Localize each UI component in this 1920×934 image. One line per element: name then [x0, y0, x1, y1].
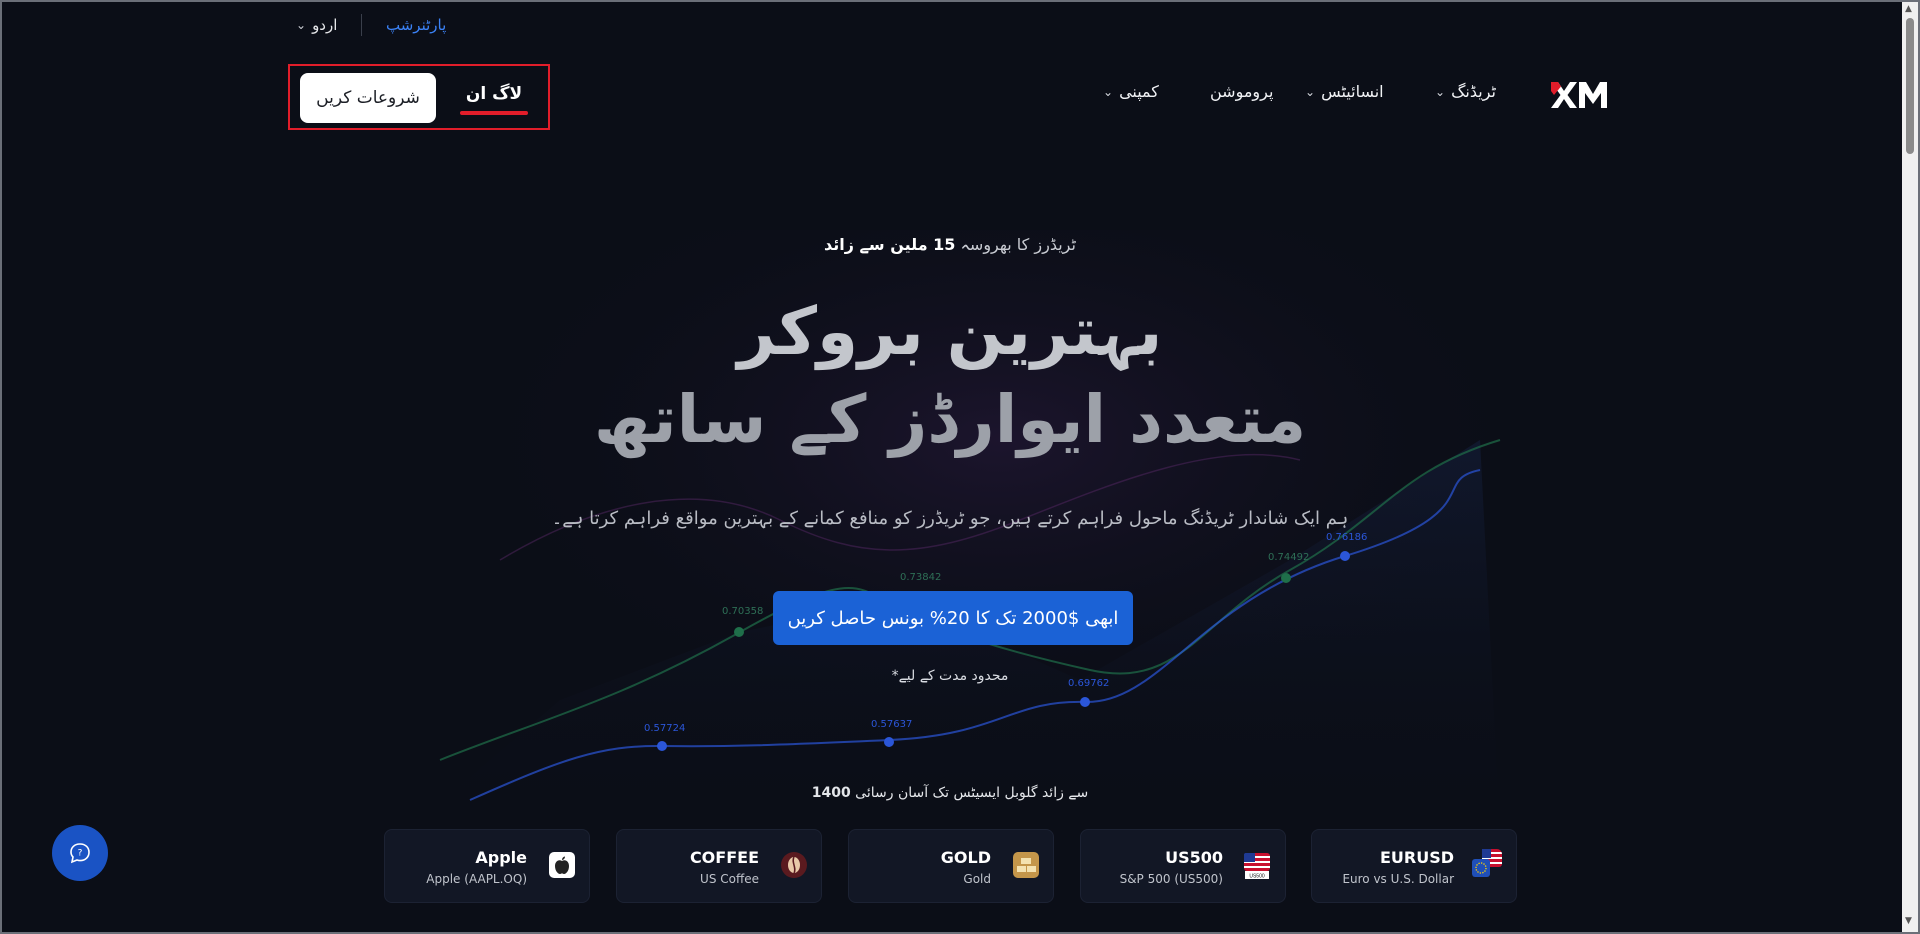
nav-item-company[interactable]: ⌄ کمپنی: [1103, 82, 1159, 101]
nav-item-label: کمپنی: [1119, 82, 1159, 101]
instrument-desc: S&P 500 (US500): [1119, 872, 1223, 886]
scroll-down-icon[interactable]: ▼: [1905, 916, 1912, 926]
instrument-desc: Apple (AAPL.OQ): [426, 872, 527, 886]
coffee-bean-icon: [781, 852, 807, 878]
instrument-symbol: US500: [1165, 848, 1223, 867]
chevron-down-icon: ⌄: [1305, 84, 1316, 99]
instrument-card-coffee[interactable]: COFFEE US Coffee: [616, 829, 822, 903]
assets-access-text: سے زائد گلوبل ایسیٹس تک آسان رسائی 1400: [0, 785, 1900, 801]
login-underline: [460, 111, 528, 115]
instrument-desc: Euro vs U.S. Dollar: [1342, 872, 1454, 886]
eu-us-flag-icon: [1472, 849, 1502, 877]
bonus-cta-button[interactable]: ابھی $2000 تک کا 20% بونس حاصل کریں: [773, 591, 1133, 645]
scrollbar-thumb[interactable]: [1906, 18, 1914, 154]
chart-label: 0.70358: [722, 606, 763, 617]
assets-access-label: سے زائد گلوبل ایسیٹس تک آسان رسائی: [855, 785, 1089, 801]
chat-bubble-icon: ?: [70, 843, 90, 864]
trust-line: ٹریڈرز کا بھروسہ 15 ملین سے زائد: [0, 235, 1900, 254]
instrument-card-apple[interactable]: Apple Apple (AAPL.OQ): [384, 829, 590, 903]
nav-item-label: ٹریڈنگ: [1451, 82, 1496, 101]
page-title: بہترین بروکر متعدد ایوارڈز کے ساتھ: [0, 288, 1900, 464]
xm-logo[interactable]: [1551, 80, 1611, 110]
instrument-desc: US Coffee: [700, 872, 759, 886]
instrument-symbol: EURUSD: [1379, 848, 1454, 867]
chart-label: 0.76186: [1326, 532, 1367, 543]
main-nav: ⌄ کمپنی پروموشن ⌄ انسائیٹس ⌄ ٹریڈنگ: [0, 82, 1920, 110]
nav-item-trading[interactable]: ⌄ ٹریڈنگ: [1435, 82, 1496, 101]
headline-line-1: بہترین بروکر: [737, 293, 1163, 370]
trust-rest: ٹریڈرز کا بھروسہ: [960, 235, 1076, 254]
apple-icon: [549, 852, 575, 878]
headline-line-2: متعدد ایوارڈز کے ساتھ: [593, 381, 1307, 458]
language-selector[interactable]: ⌄ اردو: [296, 16, 337, 34]
trust-bold: 15 ملین سے زائد: [824, 235, 956, 254]
instrument-desc: Gold: [963, 872, 991, 886]
chart-label: 0.73842: [900, 572, 941, 583]
instrument-symbol: Apple: [475, 848, 527, 867]
us-flag-icon: US500: [1244, 853, 1270, 880]
limited-time-note: *محدود مدت کے لیے: [891, 668, 1009, 684]
instrument-card-gold[interactable]: GOLD Gold: [848, 829, 1054, 903]
scroll-up-icon[interactable]: ▲: [1905, 4, 1912, 14]
partnership-link[interactable]: پارٹنرشپ: [386, 16, 446, 34]
nav-item-label: پروموشن: [1210, 82, 1274, 101]
chevron-down-icon: ⌄: [1103, 84, 1114, 99]
instrument-card-us500[interactable]: US500 S&P 500 (US500) US500: [1080, 829, 1286, 903]
svg-text:?: ?: [78, 849, 83, 859]
nav-item-insights[interactable]: ⌄ انسائیٹس: [1305, 82, 1384, 101]
chevron-down-icon: ⌄: [1435, 84, 1446, 99]
chevron-down-icon: ⌄: [296, 18, 307, 32]
us500-badge: US500: [1249, 874, 1265, 880]
nav-item-label: انسائیٹس: [1321, 82, 1384, 101]
instrument-card-eurusd[interactable]: EURUSD Euro vs U.S. Dollar: [1311, 829, 1517, 903]
instrument-symbol: GOLD: [940, 848, 991, 867]
chart-label: 0.57724: [644, 723, 685, 734]
gold-bars-icon: [1013, 852, 1039, 878]
chart-label: 0.74492: [1268, 552, 1309, 563]
nav-item-promotion[interactable]: پروموشن: [1210, 82, 1273, 101]
assets-access-count: 1400: [811, 785, 851, 801]
hero-subtitle: ہم ایک شاندار ٹریڈنگ ماحول فراہم کرتے ہی…: [551, 508, 1349, 529]
language-label: اردو: [312, 16, 338, 34]
divider: [361, 14, 362, 36]
instrument-symbol: COFFEE: [689, 848, 759, 867]
chat-support-button[interactable]: ?: [52, 825, 108, 881]
chart-label: 0.57637: [871, 719, 912, 730]
